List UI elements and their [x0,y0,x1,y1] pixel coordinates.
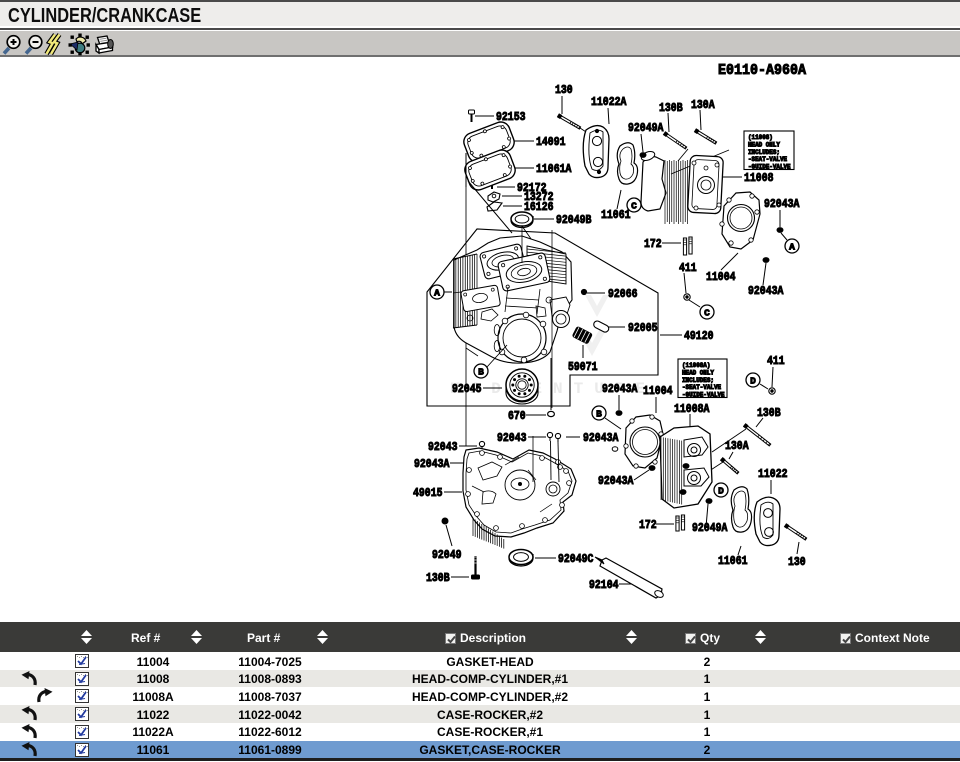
svg-text:11022A: 11022A [591,95,627,109]
svg-text:670: 670 [508,409,526,423]
svg-text:11004: 11004 [643,384,673,398]
svg-text:49120: 49120 [684,329,714,343]
svg-text:-SEAT-VALVE: -SEAT-VALVE [748,156,787,163]
svg-text:411: 411 [767,354,785,368]
svg-text:-GUIDE-VALVE: -GUIDE-VALVE [748,163,791,170]
svg-text:92049A: 92049A [692,521,728,535]
svg-text:B: B [478,366,484,377]
svg-text:16126: 16126 [524,200,554,214]
svg-text:11022: 11022 [758,467,788,481]
svg-text:92043A: 92043A [764,197,800,211]
svg-text:49015: 49015 [413,486,443,500]
svg-text:C: C [631,200,637,211]
svg-text:92043A: 92043A [414,457,450,471]
svg-text:11061: 11061 [718,554,748,568]
svg-text:92043A: 92043A [598,474,634,488]
svg-text:A: A [789,241,795,252]
svg-text:130B: 130B [426,571,450,585]
svg-text:92043: 92043 [428,440,458,454]
svg-text:INCLUDES;: INCLUDES; [748,149,780,156]
svg-text:172: 172 [644,237,662,251]
svg-text:130: 130 [788,555,806,569]
svg-text:HEAD ONLY: HEAD ONLY [748,142,780,149]
svg-text:130A: 130A [691,98,715,112]
svg-text:11008A: 11008A [674,402,710,416]
svg-text:172: 172 [639,518,657,532]
svg-text:92049B: 92049B [556,213,592,227]
svg-text:92045: 92045 [452,382,482,396]
svg-text:B: B [596,408,602,419]
svg-text:-GUIDE-VALVE: -GUIDE-VALVE [682,391,725,398]
svg-text:92043A: 92043A [583,431,619,445]
svg-text:92005: 92005 [628,321,658,335]
svg-text:11004: 11004 [706,270,736,284]
svg-text:11008: 11008 [744,171,774,185]
svg-text:92049A: 92049A [628,121,664,135]
svg-text:92049C: 92049C [558,552,593,566]
svg-text:14091: 14091 [536,135,566,149]
svg-text:92104: 92104 [589,578,619,592]
svg-text:92043: 92043 [497,431,527,445]
svg-text:130B: 130B [659,101,683,115]
svg-text:92043A: 92043A [748,284,784,298]
svg-text:D: D [718,485,724,496]
svg-text:130B: 130B [757,406,781,420]
svg-text:130: 130 [555,83,573,97]
svg-text:-SEAT-VALVE: -SEAT-VALVE [682,384,721,391]
svg-text:92049: 92049 [432,548,462,562]
svg-text:11061A: 11061A [536,162,572,176]
svg-text:59071: 59071 [568,360,598,374]
svg-text:HEAD ONLY: HEAD ONLY [682,370,714,377]
svg-text:E0110-A960A: E0110-A960A [718,63,806,79]
svg-text:92066: 92066 [608,287,638,301]
svg-text:411: 411 [679,261,697,275]
svg-text:D: D [750,375,756,386]
svg-text:92043A: 92043A [602,382,638,396]
svg-text:A: A [434,287,440,298]
svg-text:(11008A): (11008A) [682,362,710,369]
svg-text:11061: 11061 [601,208,631,222]
svg-text:C: C [704,307,710,318]
svg-text:(11008): (11008) [748,134,773,141]
svg-text:INCLUDES;: INCLUDES; [682,377,714,384]
